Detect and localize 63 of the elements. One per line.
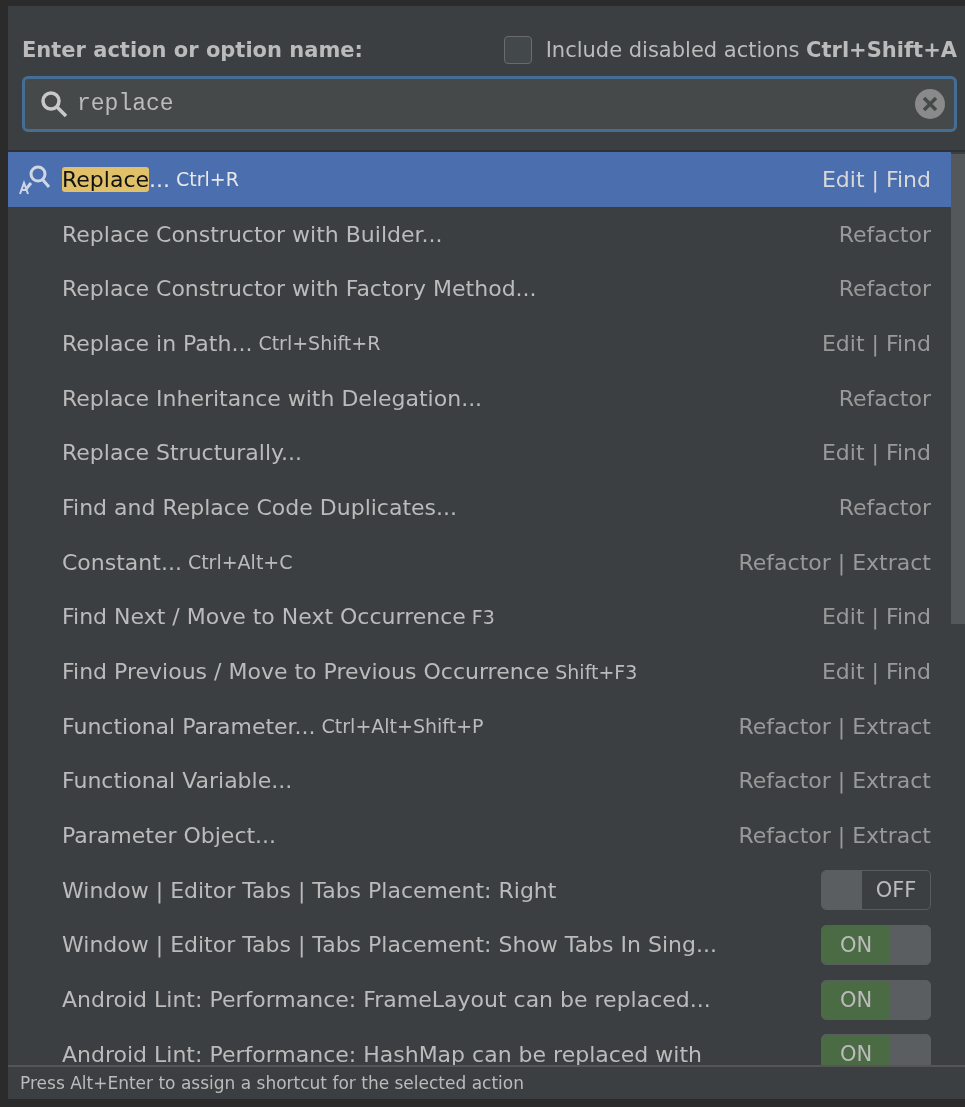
toggle-switch[interactable]: ON xyxy=(821,924,931,965)
category-label: Refactor xyxy=(838,385,931,411)
category-label: Edit | Find xyxy=(821,330,931,356)
action-name: Functional Parameter... xyxy=(62,713,316,739)
shortcut-label: Shift+F3 xyxy=(555,660,638,683)
category-label: Refactor xyxy=(838,221,931,247)
shortcut-label: Ctrl+Alt+Shift+P xyxy=(321,715,484,738)
prompt-label: Enter action or option name: xyxy=(22,38,363,62)
action-name: Window | Editor Tabs | Tabs Placement: Right xyxy=(62,877,557,903)
action-item[interactable]: Constant... Ctrl+Alt+C Refactor | Extract xyxy=(8,534,951,590)
action-name: Find Previous / Move to Previous Occurrence xyxy=(62,659,550,685)
action-item[interactable]: Replace Constructor with Builder... Refactor xyxy=(8,206,951,262)
search-icon xyxy=(39,89,69,119)
action-item[interactable]: Window | Editor Tabs | Tabs Placement: Show Tabs In Sing... ON xyxy=(8,917,951,973)
action-item[interactable]: Functional Parameter... Ctrl+Alt+Shift+P Refactor | Extract xyxy=(8,698,951,754)
scrollbar-thumb[interactable] xyxy=(951,154,965,624)
category-label: Refactor | Extract xyxy=(738,713,931,739)
action-name: Replace in Path... xyxy=(62,330,253,356)
action-item[interactable]: Replace... Ctrl+R Edit | Find xyxy=(8,152,951,207)
action-item[interactable]: Functional Variable... Refactor | Extract xyxy=(8,753,951,809)
clear-icon[interactable] xyxy=(914,88,946,120)
action-name: Find and Replace Code Duplicates... xyxy=(62,494,458,520)
category-label: Refactor xyxy=(838,276,931,302)
shortcut-label: F3 xyxy=(471,605,495,628)
include-disabled-label: Include disabled actions Ctrl+Shift+A xyxy=(545,38,957,62)
action-name: Replace... xyxy=(62,166,170,192)
shortcut-label: Ctrl+R xyxy=(176,168,239,191)
action-item[interactable]: Find and Replace Code Duplicates... Refactor xyxy=(8,480,951,535)
category-label: Edit | Find xyxy=(821,440,931,466)
action-item[interactable]: Replace in Path... Ctrl+Shift+R Edit | Find xyxy=(8,316,951,371)
action-name: Replace Inheritance with Delegation... xyxy=(62,385,483,411)
action-name: Find Next / Move to Next Occurrence xyxy=(62,604,466,630)
category-label: Refactor | Extract xyxy=(738,549,931,575)
toggle-switch[interactable]: ON xyxy=(821,979,931,1020)
action-item[interactable]: Replace Structurally... Edit | Find xyxy=(8,425,951,481)
action-item[interactable]: Parameter Object... Refactor | Extract xyxy=(8,808,951,863)
search-field[interactable]: replace xyxy=(22,76,957,132)
action-name: Functional Variable... xyxy=(62,768,293,794)
action-item[interactable]: Replace Constructor with Factory Method... Refactor xyxy=(8,261,951,317)
toggle-switch[interactable]: OFF xyxy=(821,870,931,911)
category-label: Edit | Find xyxy=(821,166,931,192)
category-label: Refactor | Extract xyxy=(738,823,931,849)
category-label: Edit | Find xyxy=(821,604,931,630)
category-label: Edit | Find xyxy=(821,659,931,685)
shortcut-label: Ctrl+Shift+R xyxy=(258,332,381,355)
action-item[interactable]: Find Previous / Move to Previous Occurrence Shift+F3 Edit | Find xyxy=(8,644,951,699)
action-name: Window | Editor Tabs | Tabs Placement: Show Tabs In Sing... xyxy=(62,932,717,958)
action-search-icon xyxy=(18,163,52,196)
action-name: Android Lint: Performance: FrameLayout can be replaced... xyxy=(62,987,711,1013)
action-item[interactable]: Replace Inheritance with Delegation... Refactor xyxy=(8,370,951,426)
category-label: Refactor | Extract xyxy=(738,768,931,794)
action-name: Replace Structurally... xyxy=(62,440,302,466)
category-label: Refactor xyxy=(838,494,931,520)
action-item[interactable]: Window | Editor Tabs | Tabs Placement: Right OFF xyxy=(8,862,951,918)
action-name: Constant... xyxy=(62,549,182,575)
action-name: Replace Constructor with Factory Method... xyxy=(62,276,537,302)
shortcut-label: Ctrl+Alt+C xyxy=(187,551,293,574)
search-input[interactable]: replace xyxy=(75,90,908,118)
action-name: Replace Constructor with Builder... xyxy=(62,221,443,247)
toggle-switch[interactable]: ON xyxy=(821,1034,931,1065)
action-item[interactable]: Find Next / Move to Next Occurrence F3 Edit | Find xyxy=(8,589,951,645)
action-name: Parameter Object... xyxy=(62,823,277,849)
action-item[interactable]: Android Lint: Performance: FrameLayout can be replaced... ON xyxy=(8,972,951,1027)
